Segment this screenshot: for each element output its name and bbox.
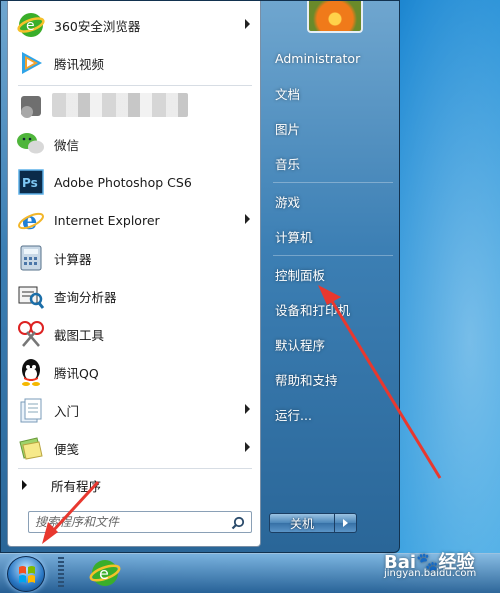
search-icon[interactable] [231, 515, 245, 534]
program-label: 查询分析器 [54, 289, 117, 305]
snipping-tool-icon [16, 319, 46, 349]
program-wechat[interactable]: 微信 [12, 126, 256, 162]
programs-pane: e 360安全浏览器 腾讯视频 微信 Ps Adobe Photoshop CS… [7, 1, 261, 547]
program-sticky-notes[interactable]: 便笺 [12, 430, 256, 466]
all-programs-label: 所有程序 [51, 478, 102, 494]
program-label: 计算器 [54, 251, 92, 267]
search-box[interactable] [28, 511, 252, 533]
tencent-video-icon [16, 48, 46, 78]
control-panel-link[interactable]: 控制面板 [271, 259, 395, 289]
computer-link[interactable]: 计算机 [271, 221, 395, 251]
shutdown-options-button[interactable] [335, 513, 357, 533]
program-360-browser[interactable]: e 360安全浏览器 [12, 7, 256, 43]
program-photoshop[interactable]: Ps Adobe Photoshop CS6 [12, 164, 256, 200]
user-name-link[interactable]: Administrator [271, 43, 395, 73]
sticky-notes-icon [16, 433, 46, 463]
360-browser-icon: e [16, 10, 46, 40]
program-query-analyzer[interactable]: 查询分析器 [12, 278, 256, 314]
getting-started-icon [16, 395, 46, 425]
program-label: Internet Explorer [54, 212, 160, 228]
svg-text:e: e [26, 18, 35, 34]
help-support-link[interactable]: 帮助和支持 [271, 364, 395, 394]
program-tencent-video[interactable]: 腾讯视频 [12, 45, 256, 81]
blurred-app-icon [16, 91, 46, 121]
start-menu: e 360安全浏览器 腾讯视频 微信 Ps Adobe Photoshop CS… [0, 0, 400, 553]
program-snipping-tool[interactable]: 截图工具 [12, 316, 256, 352]
all-programs-button[interactable]: 所有程序 [22, 475, 101, 495]
program-label: 360安全浏览器 [54, 18, 141, 34]
games-link[interactable]: 游戏 [271, 186, 395, 216]
pictures-link[interactable]: 图片 [271, 113, 395, 143]
program-label: 入门 [54, 403, 80, 419]
program-label: 便笺 [54, 441, 80, 457]
submenu-arrow-icon [245, 404, 250, 414]
devices-printers-link[interactable]: 设备和打印机 [271, 294, 395, 324]
submenu-arrow-icon [245, 442, 250, 452]
watermark-url: jingyan.baidu.com [384, 568, 477, 579]
default-programs-link[interactable]: 默认程序 [271, 329, 395, 359]
program-label: 截图工具 [54, 327, 105, 343]
shutdown-button[interactable]: 关机 [269, 513, 335, 533]
divider [18, 85, 252, 86]
blurred-label [52, 93, 188, 117]
svg-text:e: e [99, 564, 109, 583]
wechat-icon [16, 129, 46, 159]
query-analyzer-icon [16, 281, 46, 311]
taskbar-grip[interactable] [58, 557, 64, 589]
music-link[interactable]: 音乐 [271, 148, 395, 178]
photoshop-icon: Ps [16, 167, 46, 197]
run-link[interactable]: 运行... [271, 399, 395, 429]
program-label: Adobe Photoshop CS6 [54, 174, 192, 190]
places-pane: Administrator 文档 图片 音乐 游戏 计算机 控制面板 设备和打印… [263, 1, 399, 554]
start-orb-button[interactable] [7, 556, 45, 592]
documents-link[interactable]: 文档 [271, 78, 395, 108]
chevron-right-icon [343, 519, 348, 527]
program-label: 腾讯视频 [54, 56, 105, 72]
svg-text:Ps: Ps [22, 176, 38, 190]
program-calculator[interactable]: 计算器 [12, 240, 256, 276]
program-label: 腾讯QQ [54, 365, 99, 381]
taskbar-360-browser-icon[interactable]: e [88, 555, 122, 591]
baidu-watermark: Bai🐾经验 jingyan.baidu.com [384, 548, 476, 579]
program-internet-explorer[interactable]: e Internet Explorer [12, 202, 256, 238]
search-input[interactable] [35, 514, 225, 530]
program-getting-started[interactable]: 入门 [12, 392, 256, 428]
submenu-arrow-icon [245, 19, 250, 29]
divider [273, 182, 393, 183]
program-label: 微信 [54, 137, 80, 153]
internet-explorer-icon: e [16, 205, 46, 235]
divider [273, 255, 393, 256]
calculator-icon [16, 243, 46, 273]
qq-icon [16, 357, 46, 387]
program-qq[interactable]: 腾讯QQ [12, 354, 256, 390]
user-avatar[interactable] [307, 1, 363, 33]
submenu-arrow-icon [245, 214, 250, 224]
divider [18, 468, 252, 469]
windows-logo-icon [19, 566, 35, 583]
shutdown-group: 关机 [269, 513, 357, 533]
expand-arrow-icon [22, 480, 27, 490]
